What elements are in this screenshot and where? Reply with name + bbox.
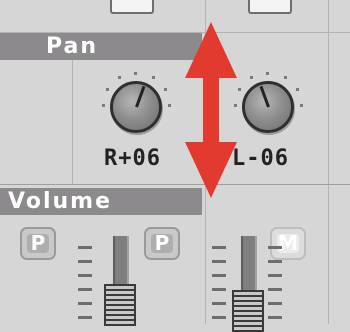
volume-section-label: Volume [8,189,112,214]
pan-section-label: Pan [46,34,99,59]
pan-p-button-2[interactable]: P [144,227,180,260]
channel-top-button[interactable] [110,0,154,14]
pan-knob-2[interactable] [228,72,310,140]
channel-top-button[interactable] [248,0,292,14]
pan-value-2: L-06 [232,146,289,171]
pan-knob-1[interactable] [96,72,178,140]
pan-p-button-1[interactable]: P [20,227,56,260]
channel-divider [72,60,73,184]
volume-fader-handle-1[interactable] [104,284,136,326]
double-vertical-arrow-icon [185,22,237,198]
pan-value-1: R+06 [104,146,161,171]
channel-divider [328,0,329,324]
volume-fader-handle-2[interactable] [232,290,264,332]
mute-button[interactable]: M [270,227,306,260]
knob-indicator [134,85,145,108]
pan-section-header: Pan [0,33,202,60]
volume-section-header: Volume [0,188,202,215]
knob-body[interactable] [242,81,294,133]
knob-indicator [259,85,270,108]
knob-body[interactable] [110,81,162,133]
section-divider [0,184,350,185]
